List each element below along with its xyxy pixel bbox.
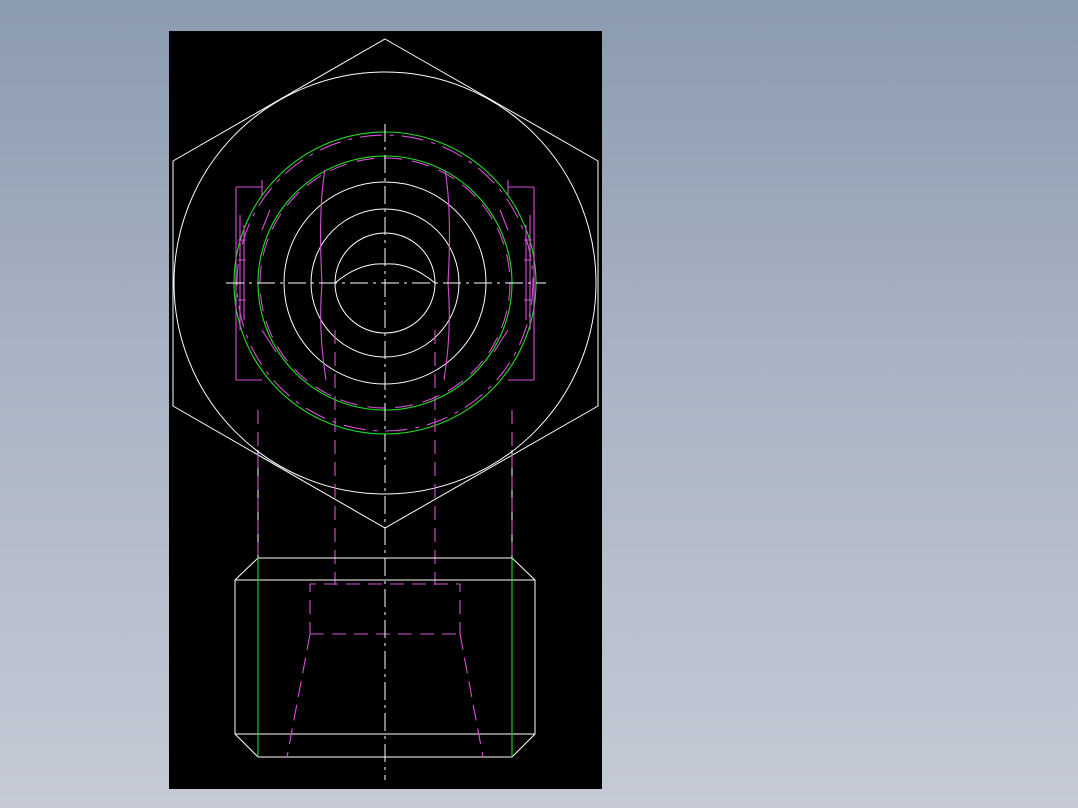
fitting-drawing (172, 38, 599, 780)
hidden-bore-bottom (286, 583, 484, 758)
cad-drawing-viewport[interactable] (169, 31, 602, 789)
